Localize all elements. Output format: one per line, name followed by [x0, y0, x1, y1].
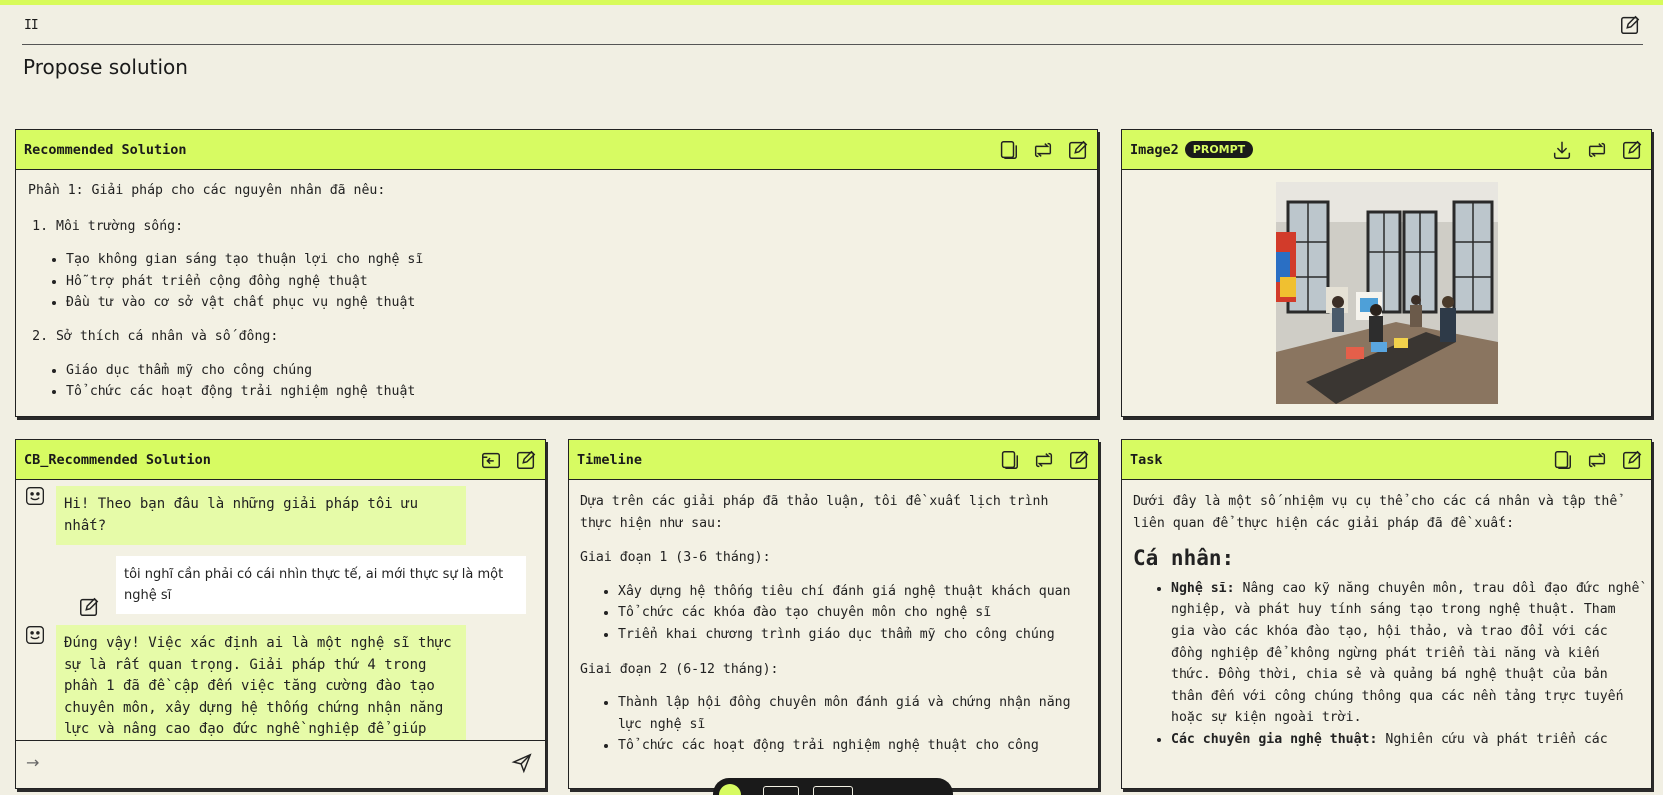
bot-avatar-icon [26, 626, 44, 644]
timeline-panel: Timeline Dựa trên các giải pháp đã thảo … [568, 439, 1099, 789]
bullet-list: Giáo dục thẩm mỹ cho công chúng Tổ chức … [28, 360, 1085, 403]
section-heading: Sở thích cá nhân và số đông: [56, 326, 1085, 348]
list-item: Thành lập hội đồng chuyên môn đánh giá v… [618, 692, 1087, 735]
list-item: Tạo không gian sáng tạo thuận lợi cho ng… [66, 249, 1085, 271]
user-avatar-icon [80, 597, 99, 616]
edit-icon[interactable] [1067, 139, 1089, 161]
section-list: Môi trường sống: [28, 216, 1085, 238]
regenerate-icon[interactable] [1033, 449, 1055, 471]
list-item: Tổ chức các hoạt động trải nghiệm nghệ t… [66, 381, 1085, 403]
user-message: tôi nghĩ cần phải có cái nhìn thực tế, a… [116, 556, 526, 614]
panel-content: Dựa trên các giải pháp đã thảo luận, tôi… [569, 480, 1098, 788]
regenerate-icon[interactable] [1586, 139, 1608, 161]
edit-icon[interactable] [515, 449, 537, 471]
task-panel: Task Dưới đây là một số nhiệm vụ cụ thể … [1121, 439, 1652, 789]
panel-title: Timeline [577, 451, 643, 468]
send-icon[interactable] [511, 752, 533, 774]
section-heading: Môi trường sống: [56, 216, 1085, 238]
copy-icon[interactable] [1551, 449, 1573, 471]
panel-header: Image2 PROMPT [1122, 130, 1651, 170]
list-item: Tổ chức các khóa đào tạo chuyên môn cho … [618, 602, 1087, 624]
panel-title: CB_Recommended Solution [24, 451, 211, 468]
image2-panel: Image2 PROMPT [1121, 129, 1652, 417]
section-intro: Phần 1: Giải pháp cho các nguyên nhân đã… [28, 183, 386, 198]
panel-content: Phần 1: Giải pháp cho các nguyên nhân đã… [16, 170, 1097, 416]
task-intro: Dưới đây là một số nhiệm vụ cụ thể cho c… [1133, 494, 1618, 531]
bot-message: Đúng vậy! Việc xác định ai là một nghệ s… [56, 625, 466, 740]
chat-panel: CB_Recommended Solution Hi! Theo bạn đâu… [15, 439, 546, 789]
art-studio-image[interactable] [1275, 182, 1498, 404]
image-container [1122, 170, 1651, 404]
panel-title: Task [1130, 451, 1163, 468]
pause-icon[interactable]: II [24, 18, 39, 33]
bot-message: Hi! Theo bạn đâu là những giải pháp tôi … [56, 486, 466, 545]
list-item: Các chuyên gia nghệ thuật: Nghiên cứu và… [1171, 729, 1640, 751]
export-icon[interactable] [480, 449, 502, 471]
timeline-intro: Dựa trên các giải pháp đã thảo luận, tôi… [580, 494, 1049, 531]
chat-messages: Hi! Theo bạn đâu là những giải pháp tôi … [16, 480, 545, 740]
panel-content: Dưới đây là một số nhiệm vụ cụ thể cho c… [1122, 480, 1651, 788]
panel-header: Task [1122, 440, 1651, 480]
item-label: Nghệ sĩ: [1171, 580, 1235, 596]
task-heading: Cá nhân: [1133, 546, 1235, 571]
item-text: Nghiên cứu và phát triển các [1377, 731, 1608, 747]
top-accent-bar [0, 0, 1663, 5]
list-item: Triển khai chương trình giáo dục thẩm mỹ… [618, 624, 1087, 646]
section-list: Sở thích cá nhân và số đông: [28, 326, 1085, 348]
bullet-list: Tạo không gian sáng tạo thuận lợi cho ng… [28, 249, 1085, 314]
add-button[interactable] [719, 784, 741, 795]
edit-icon[interactable] [1621, 449, 1643, 471]
header-bar: II [22, 12, 1643, 45]
input-arrow-icon: → [26, 753, 40, 772]
download-icon[interactable] [1551, 139, 1573, 161]
toolbar-button[interactable] [763, 786, 799, 795]
item-label: Các chuyên gia nghệ thuật: [1171, 731, 1378, 747]
item-text: Nâng cao kỹ năng chuyên môn, trau dồi đạ… [1171, 580, 1640, 726]
list-item: Giáo dục thẩm mỹ cho công chúng [66, 360, 1085, 382]
panel-title: Image2 [1130, 141, 1179, 158]
regenerate-icon[interactable] [1586, 449, 1608, 471]
list-item: Xây dựng hệ thống tiêu chí đánh giá nghệ… [618, 581, 1087, 603]
prompt-badge[interactable]: PROMPT [1184, 141, 1254, 158]
panel-header: Timeline [569, 440, 1098, 480]
bullet-list: Nghệ sĩ: Nâng cao kỹ năng chuyên môn, tr… [1133, 578, 1640, 751]
edit-icon[interactable] [1068, 449, 1090, 471]
panel-header: CB_Recommended Solution [16, 440, 545, 480]
edit-icon[interactable] [1619, 14, 1641, 36]
list-item: Nghệ sĩ: Nâng cao kỹ năng chuyên môn, tr… [1171, 578, 1640, 729]
bullet-list: Thành lập hội đồng chuyên môn đánh giá v… [580, 692, 1087, 757]
list-item: Hỗ trợ phát triển cộng đồng nghệ thuật [66, 271, 1085, 293]
bottom-toolbar[interactable] [713, 778, 953, 795]
phase-heading: Giai đoạn 2 (6-12 tháng): [580, 661, 779, 677]
edit-icon[interactable] [1621, 139, 1643, 161]
panel-title: Recommended Solution [24, 141, 187, 158]
copy-icon[interactable] [998, 449, 1020, 471]
copy-icon[interactable] [997, 139, 1019, 161]
page-title: Propose solution [23, 55, 188, 79]
panel-header: Recommended Solution [16, 130, 1097, 170]
list-item: Đầu tư vào cơ sở vật chất phục vụ nghệ t… [66, 292, 1085, 314]
bullet-list: Xây dựng hệ thống tiêu chí đánh giá nghệ… [580, 581, 1087, 646]
toolbar-button[interactable] [813, 786, 853, 795]
regenerate-icon[interactable] [1032, 139, 1054, 161]
bot-avatar-icon [26, 487, 44, 505]
chat-input-bar[interactable]: → [16, 740, 545, 788]
phase-heading: Giai đoạn 1 (3-6 tháng): [580, 550, 771, 566]
recommended-solution-panel: Recommended Solution Phần 1: Giải pháp c… [15, 129, 1098, 417]
list-item: Tổ chức các hoạt động trải nghiệm nghệ t… [618, 735, 1087, 757]
